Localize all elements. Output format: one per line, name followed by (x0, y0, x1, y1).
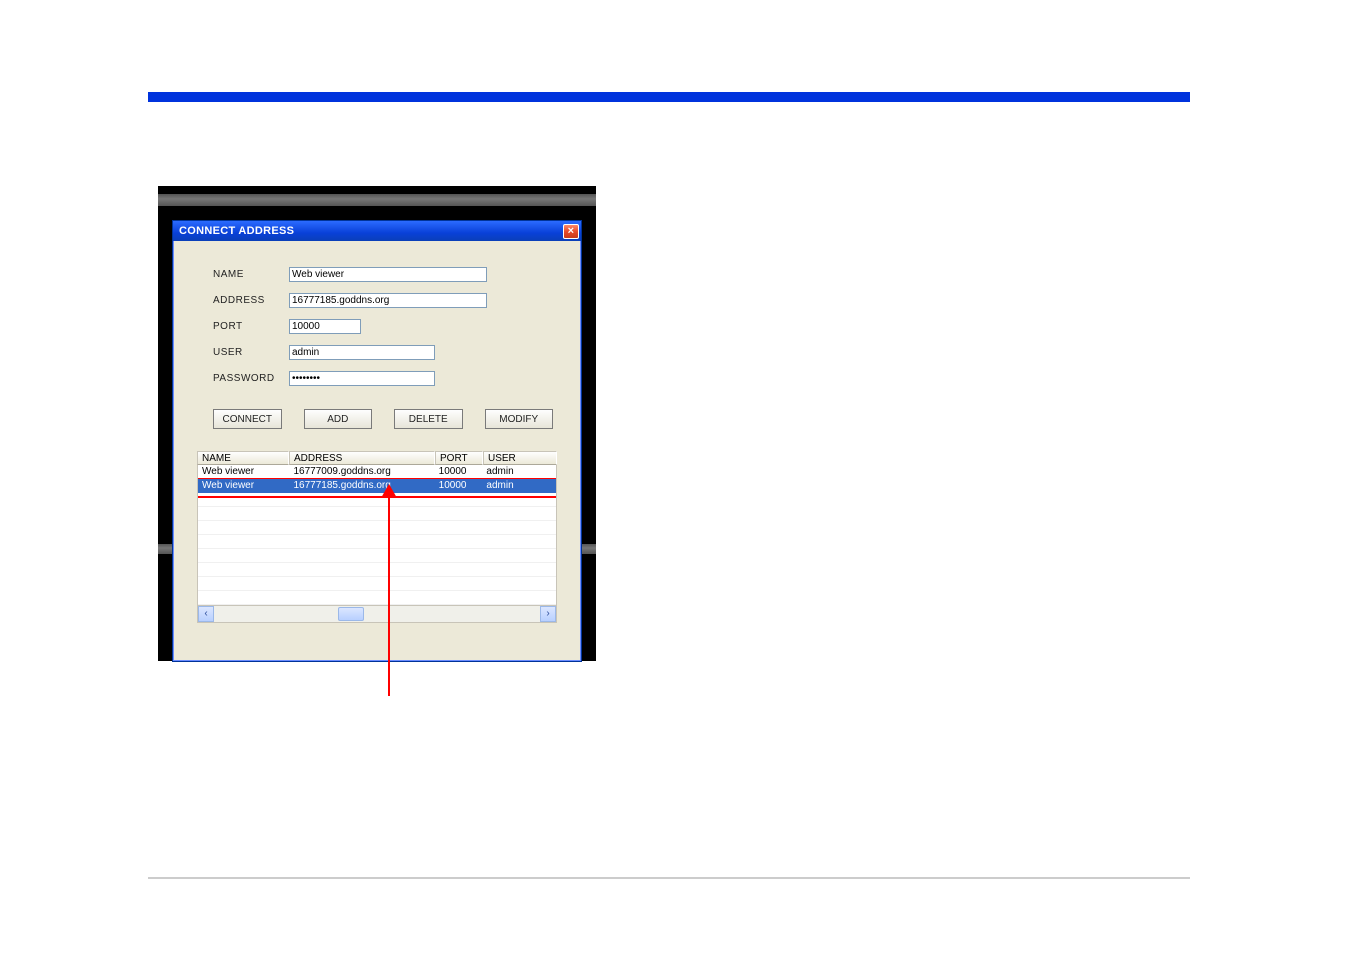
label-address: ADDRESS (213, 295, 289, 306)
connection-form: NAME ADDRESS PORT USER PASSWORD CONNECT (173, 241, 581, 451)
dialog-titlebar[interactable]: CONNECT ADDRESS × (173, 221, 581, 241)
annotation-arrow-line (388, 490, 390, 696)
cell-user: admin (482, 465, 556, 479)
parent-app-frame: CONNECT ADDRESS × NAME ADDRESS PORT USER… (158, 186, 596, 661)
address-input[interactable] (289, 293, 487, 308)
page-header-bar (148, 92, 1190, 102)
port-input[interactable] (289, 319, 361, 334)
cell-name: Web viewer (198, 479, 289, 493)
cell-address: 16777185.goddns.org (289, 479, 434, 493)
cell-address: 16777009.goddns.org (289, 465, 434, 479)
cell-port: 10000 (435, 479, 483, 493)
modify-button[interactable]: MODIFY (485, 409, 554, 429)
page-footer-line (148, 877, 1190, 879)
user-input[interactable] (289, 345, 435, 360)
header-name[interactable]: NAME (197, 451, 289, 465)
cell-port: 10000 (435, 465, 483, 479)
table-row[interactable]: Web viewer 16777009.goddns.org 10000 adm… (198, 465, 556, 479)
header-user[interactable]: USER (483, 451, 557, 465)
dialog-title: CONNECT ADDRESS (179, 225, 294, 237)
label-name: NAME (213, 269, 289, 280)
label-port: PORT (213, 321, 289, 332)
label-password: PASSWORD (213, 373, 289, 384)
list-header-row[interactable]: NAME ADDRESS PORT USER (197, 451, 557, 465)
header-port[interactable]: PORT (435, 451, 483, 465)
horizontal-scrollbar[interactable]: ‹ › (197, 606, 557, 623)
scroll-left-icon[interactable]: ‹ (198, 606, 214, 622)
connect-button[interactable]: CONNECT (213, 409, 282, 429)
connect-address-dialog: CONNECT ADDRESS × NAME ADDRESS PORT USER… (172, 220, 582, 662)
close-icon[interactable]: × (563, 224, 579, 239)
password-input[interactable] (289, 371, 435, 386)
annotation-arrow-head-icon (381, 484, 397, 498)
saved-connections-list: NAME ADDRESS PORT USER Web viewer 167770… (197, 451, 557, 623)
list-body[interactable]: Web viewer 16777009.goddns.org 10000 adm… (197, 465, 557, 606)
add-button[interactable]: ADD (304, 409, 373, 429)
cell-user: admin (482, 479, 556, 493)
scroll-track[interactable] (214, 606, 540, 622)
name-input[interactable] (289, 267, 487, 282)
cell-name: Web viewer (198, 465, 289, 479)
scroll-right-icon[interactable]: › (540, 606, 556, 622)
backdrop-strip (158, 194, 596, 206)
table-row[interactable]: Web viewer 16777185.goddns.org 10000 adm… (198, 479, 556, 493)
action-button-row: CONNECT ADD DELETE MODIFY (213, 409, 553, 429)
delete-button[interactable]: DELETE (394, 409, 463, 429)
header-address[interactable]: ADDRESS (289, 451, 435, 465)
label-user: USER (213, 347, 289, 358)
scroll-thumb[interactable] (338, 607, 364, 621)
